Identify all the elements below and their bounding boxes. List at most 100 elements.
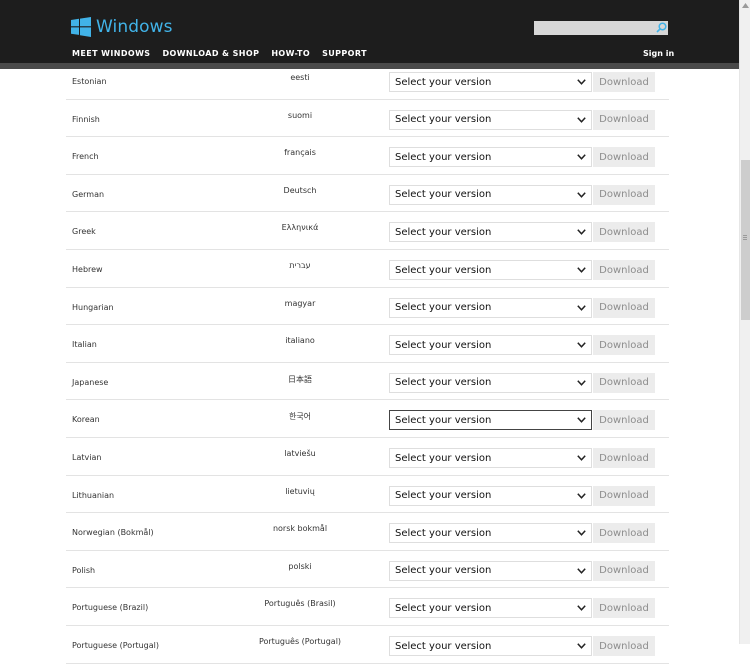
chevron-down-icon bbox=[577, 605, 586, 612]
nav-download-shop[interactable]: DOWNLOAD & SHOP bbox=[162, 49, 259, 58]
version-select[interactable]: Select your version bbox=[389, 448, 592, 468]
download-button[interactable]: Download bbox=[593, 598, 655, 619]
language-name: Portuguese (Brazil) bbox=[72, 603, 149, 613]
chevron-down-icon bbox=[577, 380, 586, 386]
version-select-label: Select your version bbox=[395, 76, 492, 88]
download-button[interactable]: Download bbox=[593, 560, 655, 581]
version-select-label: Select your version bbox=[395, 151, 492, 163]
version-select[interactable]: Select your version bbox=[389, 335, 592, 356]
version-select[interactable]: Select your version bbox=[389, 222, 592, 243]
language-name: Italian bbox=[72, 340, 97, 350]
download-button[interactable]: Download bbox=[593, 184, 655, 205]
chevron-down-icon bbox=[577, 229, 586, 236]
language-row: Korean 한국어 Select your version Download bbox=[66, 400, 669, 438]
version-select-label: Select your version bbox=[395, 565, 492, 577]
version-select[interactable]: Select your version bbox=[389, 109, 592, 130]
search-icon[interactable] bbox=[656, 22, 667, 33]
version-select-label: Select your version bbox=[395, 452, 492, 464]
language-row: Finnish suomi Select your version Download bbox=[66, 100, 669, 138]
version-select-label: Select your version bbox=[395, 226, 492, 238]
chevron-down-icon bbox=[577, 455, 586, 461]
download-button[interactable]: Download bbox=[593, 410, 655, 431]
download-button[interactable]: Download bbox=[593, 372, 655, 393]
language-name: Latvian bbox=[72, 453, 102, 462]
chevron-down-icon bbox=[577, 116, 586, 123]
chevron-down-icon bbox=[577, 79, 586, 85]
version-select-label: Select your version bbox=[395, 377, 492, 389]
language-name: Greek bbox=[72, 227, 96, 237]
version-select-label: Select your version bbox=[395, 114, 492, 126]
version-select-label: Select your version bbox=[395, 414, 492, 426]
language-row: Hebrew עברית Select your version Download bbox=[66, 250, 669, 288]
scrollbar-thumb[interactable] bbox=[741, 160, 750, 320]
language-name: German bbox=[72, 189, 105, 199]
language-row: French français Select your version Downloa… bbox=[66, 137, 669, 175]
version-select[interactable]: Select your version bbox=[389, 598, 592, 619]
language-name: Finnish bbox=[72, 114, 100, 124]
language-name: Estonian bbox=[72, 77, 107, 86]
version-select-label: Select your version bbox=[395, 640, 492, 652]
language-row: Portuguese (Brazil) Português (Brasil) Sel… bbox=[66, 588, 669, 626]
chevron-down-icon bbox=[577, 154, 586, 161]
main-nav: MEET WINDOWS DOWNLOAD & SHOP HOW-TO SUPP… bbox=[72, 49, 367, 58]
download-button[interactable]: Download bbox=[593, 109, 655, 130]
download-button[interactable]: Download bbox=[593, 485, 655, 506]
version-select[interactable]: Select your version bbox=[389, 560, 592, 581]
version-select-label: Select your version bbox=[395, 527, 492, 539]
download-button[interactable]: Download bbox=[593, 72, 655, 92]
download-button[interactable]: Download bbox=[593, 523, 655, 544]
version-select[interactable]: Select your version bbox=[389, 260, 592, 280]
language-row: Hungarian magyar Select your version Downlo… bbox=[66, 288, 669, 326]
download-button[interactable]: Download bbox=[593, 335, 655, 356]
windows-logo[interactable]: Windows bbox=[71, 17, 173, 37]
language-row: Greek Ελληνικά Select your version Download bbox=[66, 212, 669, 250]
language-name: Korean bbox=[72, 415, 100, 425]
language-row: Polish polski Select your version Download bbox=[66, 551, 669, 589]
version-select-label: Select your version bbox=[395, 490, 492, 502]
language-row: Italian italiano Select your version Downlo… bbox=[66, 325, 669, 363]
nav-meet-windows[interactable]: MEET WINDOWS bbox=[72, 49, 150, 58]
language-row: Portuguese (Portugal) Português (Portugal… bbox=[66, 626, 669, 664]
language-row: Japanese 日本語 Select your version Download bbox=[66, 363, 669, 401]
version-select[interactable]: Select your version bbox=[389, 410, 592, 431]
download-button[interactable]: Download bbox=[593, 222, 655, 243]
search-input[interactable] bbox=[534, 21, 668, 35]
language-name: Lithuanian bbox=[72, 490, 115, 500]
download-button[interactable]: Download bbox=[593, 260, 655, 280]
scroll-grip-icon bbox=[743, 235, 747, 240]
sign-in-link[interactable]: Sign in bbox=[643, 49, 674, 58]
chevron-down-icon bbox=[577, 192, 586, 198]
version-select[interactable]: Select your version bbox=[389, 485, 592, 506]
download-button[interactable]: Download bbox=[593, 147, 655, 168]
version-select-label: Select your version bbox=[395, 302, 492, 314]
chevron-down-icon bbox=[577, 530, 586, 537]
nav-support[interactable]: SUPPORT bbox=[322, 49, 367, 58]
download-button[interactable]: Download bbox=[593, 448, 655, 468]
site-header: Windows MEET WINDOWS DOWNLOAD & SHOP HOW… bbox=[0, 0, 739, 63]
language-row: Lithuanian lietuvių Select your version Dow… bbox=[66, 476, 669, 514]
language-name: Portuguese (Portugal) bbox=[72, 641, 160, 650]
language-row: Latvian latviešu Select your version Downlo… bbox=[66, 438, 669, 476]
version-select-label: Select your version bbox=[395, 189, 492, 201]
version-select[interactable]: Select your version bbox=[389, 184, 592, 205]
chevron-down-icon bbox=[577, 304, 586, 311]
scroll-up-icon[interactable] bbox=[742, 3, 749, 8]
nav-how-to[interactable]: HOW-TO bbox=[271, 49, 310, 58]
version-select[interactable]: Select your version bbox=[389, 523, 592, 544]
download-button[interactable]: Download bbox=[593, 297, 655, 318]
version-select[interactable]: Select your version bbox=[389, 636, 592, 656]
logo-text: Windows bbox=[96, 17, 173, 37]
language-name: Hungarian bbox=[72, 302, 114, 312]
language-row: German Deutsch Select your version Download bbox=[66, 175, 669, 213]
vertical-scrollbar[interactable] bbox=[739, 0, 750, 644]
language-row: Estonian eesti Select your version Download bbox=[66, 62, 669, 100]
version-select-label: Select your version bbox=[395, 602, 492, 614]
version-select[interactable]: Select your version bbox=[389, 372, 592, 393]
version-select[interactable]: Select your version bbox=[389, 72, 592, 92]
language-name: Hebrew bbox=[72, 265, 103, 274]
version-select[interactable]: Select your version bbox=[389, 297, 592, 318]
download-button[interactable]: Download bbox=[593, 636, 655, 656]
version-select[interactable]: Select your version bbox=[389, 147, 592, 168]
chevron-down-icon bbox=[577, 568, 586, 574]
language-name: Japanese bbox=[72, 377, 109, 387]
